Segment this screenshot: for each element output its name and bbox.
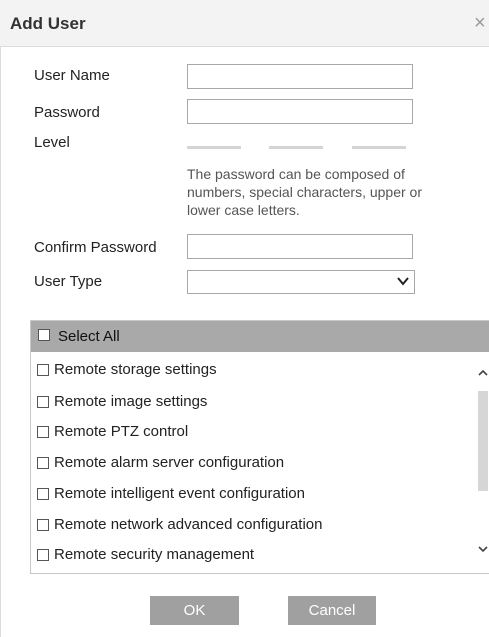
permission-checkbox[interactable] (37, 519, 49, 531)
chevron-down-icon (397, 277, 409, 286)
permission-label: Remote image settings (54, 393, 208, 410)
permission-label: Remote storage settings (54, 361, 217, 378)
select-all-label: Select All (58, 328, 120, 345)
confirm-password-label: Confirm Password (34, 239, 157, 256)
user-name-input[interactable] (187, 64, 413, 89)
list-item[interactable]: Remote intelligent event configuration (31, 479, 471, 509)
permission-checkbox[interactable] (37, 488, 49, 500)
dialog-title: Add User (10, 14, 86, 33)
password-hint: The password can be composed of numbers,… (187, 166, 422, 218)
list-item[interactable]: Remote image settings (31, 387, 471, 417)
password-input[interactable] (187, 99, 413, 124)
user-type-select[interactable] (187, 270, 415, 294)
cancel-button[interactable]: Cancel (288, 596, 376, 625)
permission-checkbox[interactable] (37, 549, 49, 561)
dialog-border (0, 47, 1, 637)
add-user-dialog: Add User × User Name Password Level The … (0, 0, 489, 637)
permission-checkbox[interactable] (37, 364, 49, 376)
select-all-checkbox[interactable] (38, 329, 50, 341)
select-all-row[interactable]: Select All (31, 321, 489, 352)
list-item[interactable]: Remote storage settings (31, 355, 471, 385)
confirm-password-input[interactable] (187, 234, 413, 259)
list-item[interactable]: Remote alarm server configuration (31, 448, 471, 478)
permission-label: Remote alarm server configuration (54, 454, 285, 471)
strength-bar-weak (187, 146, 241, 149)
chevron-down-icon[interactable] (477, 543, 489, 555)
permission-label: Remote PTZ control (54, 423, 189, 440)
strength-bar-strong (352, 146, 406, 149)
permission-checkbox[interactable] (37, 457, 49, 469)
strength-bar-medium (269, 146, 323, 149)
permission-checkbox[interactable] (37, 396, 49, 408)
dialog-titlebar: Add User × (0, 0, 489, 47)
user-name-label: User Name (34, 67, 110, 84)
list-item[interactable]: Remote security management (31, 540, 471, 570)
ok-button[interactable]: OK (150, 596, 239, 625)
user-type-label: User Type (34, 273, 103, 290)
close-icon[interactable]: × (474, 13, 486, 33)
scrollbar-thumb[interactable] (478, 391, 488, 491)
permission-checkbox[interactable] (37, 426, 49, 438)
permission-label: Remote security management (54, 546, 255, 563)
permission-label: Remote intelligent event configuration (54, 485, 305, 502)
permissions-list: Select All Remote storage settings Remot… (30, 320, 489, 574)
level-label: Level (34, 134, 70, 151)
list-item[interactable]: Remote PTZ control (31, 417, 471, 447)
list-item[interactable]: Remote network advanced configuration (31, 510, 471, 540)
password-label: Password (34, 104, 100, 121)
permission-label: Remote network advanced configuration (54, 516, 323, 533)
chevron-up-icon[interactable] (477, 367, 489, 379)
